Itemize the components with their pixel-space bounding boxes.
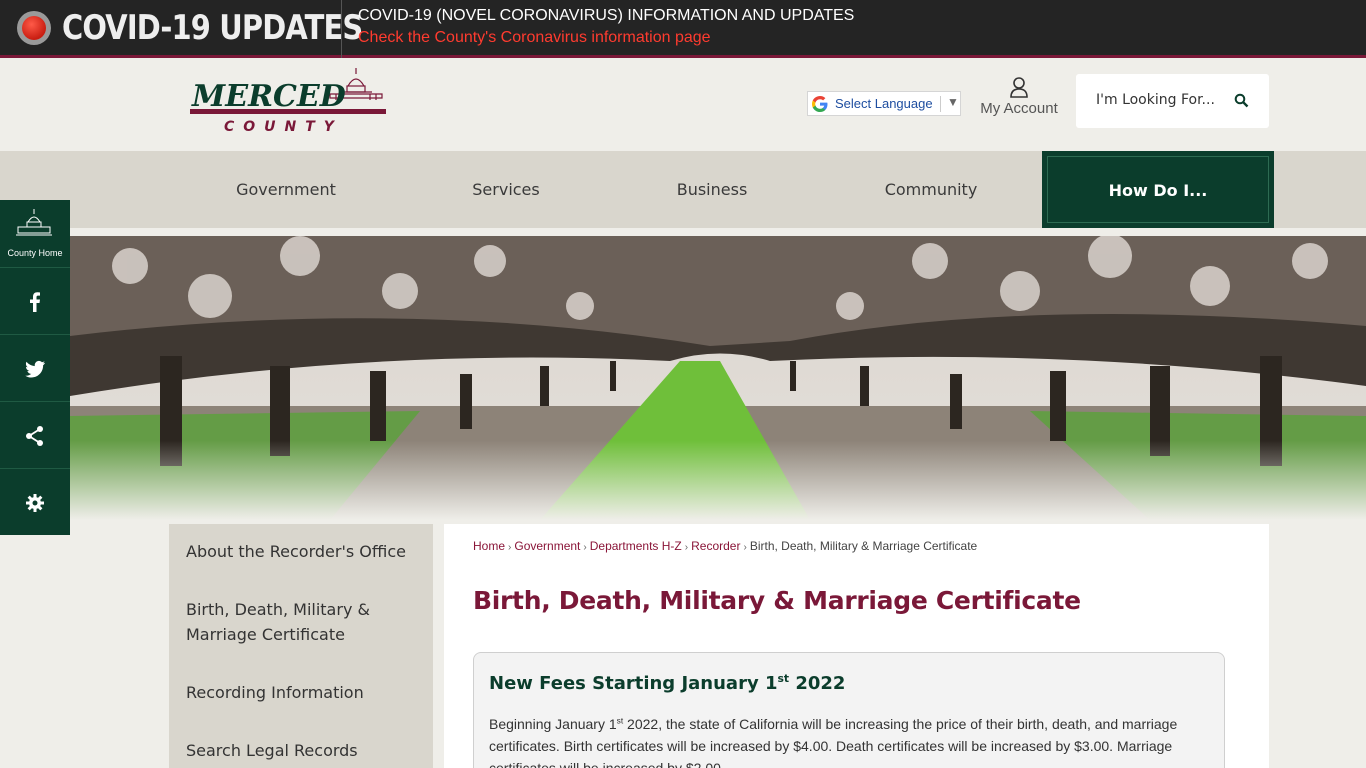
- breadcrumb-current: Birth, Death, Military & Marriage Certif…: [749, 539, 978, 553]
- breadcrumb-government[interactable]: Government: [514, 539, 580, 553]
- my-account-label: My Account: [980, 100, 1058, 117]
- subnav-recording-info[interactable]: Recording Information: [186, 680, 426, 705]
- nav-business[interactable]: Business: [612, 151, 812, 228]
- subnav-about[interactable]: About the Recorder's Office: [186, 539, 426, 564]
- nav-government[interactable]: Government: [186, 151, 386, 228]
- svg-text:COUNTY: COUNTY: [224, 119, 343, 135]
- county-home-link[interactable]: County Home: [0, 200, 70, 267]
- coronavirus-info-link[interactable]: Check the County's Coronavirus informati…: [358, 29, 711, 47]
- alert-title[interactable]: COVID-19 UPDATES: [62, 8, 363, 48]
- alert-divider: [341, 0, 342, 58]
- subnav-certificates[interactable]: Birth, Death, Military & Marriage Certif…: [186, 597, 426, 647]
- twitter-link[interactable]: [0, 334, 70, 401]
- svg-text:MERCED: MERCED: [191, 79, 346, 114]
- google-icon: [812, 96, 828, 112]
- share-link[interactable]: [0, 401, 70, 468]
- language-select[interactable]: Select Language ▼: [807, 91, 961, 116]
- covid-alert-bar: COVID-19 UPDATES COVID-19 (NOVEL CORONAV…: [0, 0, 1366, 58]
- share-icon: [26, 426, 43, 446]
- user-icon: [1010, 77, 1028, 98]
- dropdown-arrow-icon: ▼: [947, 95, 959, 109]
- language-label: Select Language: [835, 96, 933, 111]
- alert-light-icon: [17, 11, 51, 45]
- alert-heading: COVID-19 (NOVEL CORONAVIRUS) INFORMATION…: [358, 7, 855, 24]
- fee-notice-callout: New Fees Starting January 1st 2022 Begin…: [473, 652, 1225, 768]
- breadcrumb: Home › Government › Departments H-Z › Recorder…: [473, 539, 978, 553]
- breadcrumb-home[interactable]: Home: [473, 539, 505, 553]
- breadcrumb-departments[interactable]: Departments H-Z: [590, 539, 682, 553]
- capitol-icon: [16, 209, 52, 236]
- gear-icon: [26, 494, 44, 512]
- breadcrumb-recorder[interactable]: Recorder: [691, 539, 740, 553]
- subnav-search-records[interactable]: Search Legal Records: [186, 738, 426, 763]
- my-account-button[interactable]: My Account: [975, 76, 1063, 120]
- search-icon[interactable]: [1234, 93, 1249, 108]
- main-content: Home › Government › Departments H-Z › Recorder…: [444, 524, 1269, 768]
- orchard-banner-image: [70, 236, 1366, 520]
- page-title: Birth, Death, Military & Marriage Certif…: [473, 586, 1081, 615]
- twitter-icon: [25, 360, 45, 378]
- nav-community[interactable]: Community: [831, 151, 1031, 228]
- facebook-link[interactable]: [0, 267, 70, 334]
- search-input[interactable]: I'm Looking For...: [1096, 92, 1215, 108]
- how-do-i-label: How Do I...: [1047, 156, 1269, 223]
- merced-county-logo[interactable]: MERCED COUNTY: [190, 68, 390, 136]
- nav-services[interactable]: Services: [406, 151, 606, 228]
- recorder-subnav: About the Recorder's Office Birth, Death…: [169, 524, 433, 768]
- facebook-icon: [30, 292, 40, 312]
- settings-link[interactable]: [0, 468, 70, 535]
- site-search[interactable]: I'm Looking For...: [1076, 74, 1269, 128]
- callout-body: Beginning January 1st 2022, the state of…: [489, 715, 1178, 768]
- callout-title: New Fees Starting January 1st 2022: [489, 672, 846, 694]
- how-do-i-menu[interactable]: How Do I...: [1042, 151, 1274, 228]
- social-sidebar: County Home: [0, 200, 70, 535]
- county-home-label: County Home: [7, 248, 63, 258]
